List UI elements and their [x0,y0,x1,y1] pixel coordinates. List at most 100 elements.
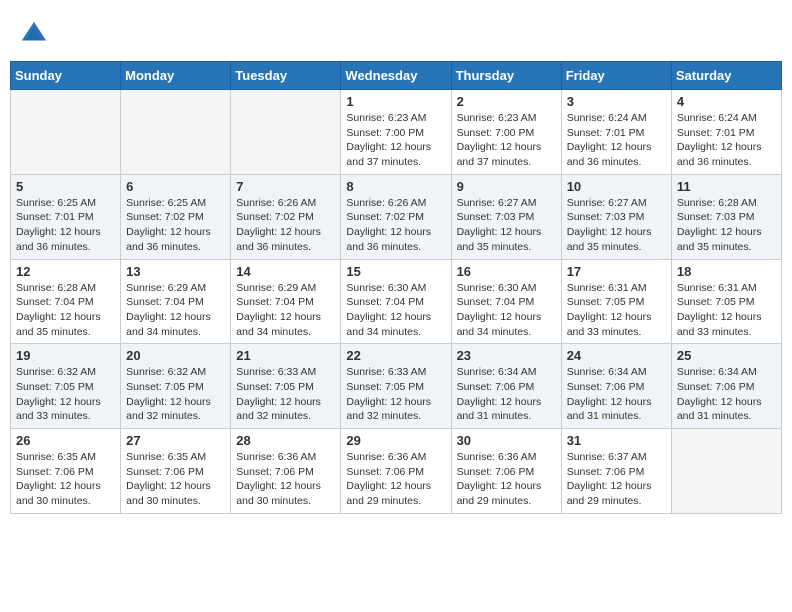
calendar-cell: 16 Sunrise: 6:30 AMSunset: 7:04 PMDayligh… [451,259,561,344]
day-info: Sunrise: 6:26 AMSunset: 7:02 PMDaylight:… [346,196,445,255]
day-info: Sunrise: 6:36 AMSunset: 7:06 PMDaylight:… [236,450,335,509]
day-info: Sunrise: 6:29 AMSunset: 7:04 PMDaylight:… [126,281,225,340]
day-number: 5 [16,179,115,194]
day-number: 21 [236,348,335,363]
day-info: Sunrise: 6:30 AMSunset: 7:04 PMDaylight:… [457,281,556,340]
day-number: 9 [457,179,556,194]
calendar-cell: 23 Sunrise: 6:34 AMSunset: 7:06 PMDayligh… [451,344,561,429]
calendar-cell [121,90,231,175]
calendar-cell [231,90,341,175]
day-number: 24 [567,348,666,363]
day-info: Sunrise: 6:28 AMSunset: 7:03 PMDaylight:… [677,196,776,255]
day-number: 17 [567,264,666,279]
weekday-header-wednesday: Wednesday [341,62,451,90]
day-info: Sunrise: 6:34 AMSunset: 7:06 PMDaylight:… [457,365,556,424]
logo [20,20,52,48]
calendar-cell: 19 Sunrise: 6:32 AMSunset: 7:05 PMDayligh… [11,344,121,429]
day-number: 27 [126,433,225,448]
calendar-cell: 26 Sunrise: 6:35 AMSunset: 7:06 PMDayligh… [11,429,121,514]
day-number: 19 [16,348,115,363]
day-number: 7 [236,179,335,194]
day-number: 18 [677,264,776,279]
calendar-cell: 18 Sunrise: 6:31 AMSunset: 7:05 PMDayligh… [671,259,781,344]
calendar-cell: 12 Sunrise: 6:28 AMSunset: 7:04 PMDayligh… [11,259,121,344]
day-number: 8 [346,179,445,194]
day-info: Sunrise: 6:35 AMSunset: 7:06 PMDaylight:… [126,450,225,509]
page: SundayMondayTuesdayWednesdayThursdayFrid… [0,0,792,524]
calendar-cell: 3Sunrise: 6:24 AMSunset: 7:01 PMDaylight… [561,90,671,175]
day-info: Sunrise: 6:28 AMSunset: 7:04 PMDaylight:… [16,281,115,340]
day-info: Sunrise: 6:33 AMSunset: 7:05 PMDaylight:… [236,365,335,424]
day-number: 6 [126,179,225,194]
weekday-header-tuesday: Tuesday [231,62,341,90]
day-info: Sunrise: 6:27 AMSunset: 7:03 PMDaylight:… [457,196,556,255]
calendar-cell: 31 Sunrise: 6:37 AMSunset: 7:06 PMDayligh… [561,429,671,514]
header [10,10,782,53]
day-number: 25 [677,348,776,363]
day-info: Sunrise: 6:23 AMSunset: 7:00 PMDaylight:… [346,111,445,170]
calendar-cell: 21 Sunrise: 6:33 AMSunset: 7:05 PMDayligh… [231,344,341,429]
calendar-cell: 24 Sunrise: 6:34 AMSunset: 7:06 PMDayligh… [561,344,671,429]
day-info: Sunrise: 6:32 AMSunset: 7:05 PMDaylight:… [126,365,225,424]
day-number: 15 [346,264,445,279]
day-info: Sunrise: 6:25 AMSunset: 7:02 PMDaylight:… [126,196,225,255]
logo-icon [20,20,48,48]
day-number: 13 [126,264,225,279]
calendar-cell: 13 Sunrise: 6:29 AMSunset: 7:04 PMDayligh… [121,259,231,344]
day-number: 22 [346,348,445,363]
day-info: Sunrise: 6:26 AMSunset: 7:02 PMDaylight:… [236,196,335,255]
calendar-cell: 10Sunrise: 6:27 AMSunset: 7:03 PMDayligh… [561,174,671,259]
day-info: Sunrise: 6:31 AMSunset: 7:05 PMDaylight:… [677,281,776,340]
weekday-header-monday: Monday [121,62,231,90]
day-info: Sunrise: 6:24 AMSunset: 7:01 PMDaylight:… [567,111,666,170]
day-number: 1 [346,94,445,109]
day-number: 2 [457,94,556,109]
day-number: 28 [236,433,335,448]
week-row-2: 5 Sunrise: 6:25 AMSunset: 7:01 PMDaylight… [11,174,782,259]
day-number: 4 [677,94,776,109]
weekday-header-sunday: Sunday [11,62,121,90]
day-info: Sunrise: 6:23 AMSunset: 7:00 PMDaylight:… [457,111,556,170]
day-number: 14 [236,264,335,279]
day-info: Sunrise: 6:27 AMSunset: 7:03 PMDaylight:… [567,196,666,255]
day-number: 11 [677,179,776,194]
day-number: 31 [567,433,666,448]
day-number: 16 [457,264,556,279]
calendar-cell [11,90,121,175]
day-info: Sunrise: 6:36 AMSunset: 7:06 PMDaylight:… [346,450,445,509]
calendar: SundayMondayTuesdayWednesdayThursdayFrid… [10,61,782,514]
calendar-cell: 28 Sunrise: 6:36 AMSunset: 7:06 PMDayligh… [231,429,341,514]
day-info: Sunrise: 6:24 AMSunset: 7:01 PMDaylight:… [677,111,776,170]
calendar-cell: 27 Sunrise: 6:35 AMSunset: 7:06 PMDayligh… [121,429,231,514]
calendar-cell: 14Sunrise: 6:29 AMSunset: 7:04 PMDayligh… [231,259,341,344]
calendar-cell: 22 Sunrise: 6:33 AMSunset: 7:05 PMDayligh… [341,344,451,429]
day-info: Sunrise: 6:36 AMSunset: 7:06 PMDaylight:… [457,450,556,509]
day-info: Sunrise: 6:32 AMSunset: 7:05 PMDaylight:… [16,365,115,424]
calendar-cell: 6 Sunrise: 6:25 AMSunset: 7:02 PMDaylight… [121,174,231,259]
day-info: Sunrise: 6:34 AMSunset: 7:06 PMDaylight:… [567,365,666,424]
calendar-cell: 11 Sunrise: 6:28 AMSunset: 7:03 PMDayligh… [671,174,781,259]
weekday-header-row: SundayMondayTuesdayWednesdayThursdayFrid… [11,62,782,90]
calendar-cell: 8 Sunrise: 6:26 AMSunset: 7:02 PMDaylight… [341,174,451,259]
day-info: Sunrise: 6:33 AMSunset: 7:05 PMDaylight:… [346,365,445,424]
calendar-cell: 1 Sunrise: 6:23 AMSunset: 7:00 PMDaylight… [341,90,451,175]
calendar-cell: 15Sunrise: 6:30 AMSunset: 7:04 PMDayligh… [341,259,451,344]
calendar-cell: 30Sunrise: 6:36 AMSunset: 7:06 PMDayligh… [451,429,561,514]
calendar-cell [671,429,781,514]
day-number: 29 [346,433,445,448]
calendar-cell: 17Sunrise: 6:31 AMSunset: 7:05 PMDayligh… [561,259,671,344]
calendar-cell: 29 Sunrise: 6:36 AMSunset: 7:06 PMDayligh… [341,429,451,514]
day-number: 26 [16,433,115,448]
day-number: 12 [16,264,115,279]
day-info: Sunrise: 6:25 AMSunset: 7:01 PMDaylight:… [16,196,115,255]
week-row-5: 26 Sunrise: 6:35 AMSunset: 7:06 PMDayligh… [11,429,782,514]
week-row-4: 19 Sunrise: 6:32 AMSunset: 7:05 PMDayligh… [11,344,782,429]
week-row-3: 12 Sunrise: 6:28 AMSunset: 7:04 PMDayligh… [11,259,782,344]
day-info: Sunrise: 6:37 AMSunset: 7:06 PMDaylight:… [567,450,666,509]
day-info: Sunrise: 6:35 AMSunset: 7:06 PMDaylight:… [16,450,115,509]
week-row-1: 1 Sunrise: 6:23 AMSunset: 7:00 PMDaylight… [11,90,782,175]
calendar-cell: 25Sunrise: 6:34 AMSunset: 7:06 PMDayligh… [671,344,781,429]
weekday-header-thursday: Thursday [451,62,561,90]
day-number: 23 [457,348,556,363]
calendar-cell: 5 Sunrise: 6:25 AMSunset: 7:01 PMDaylight… [11,174,121,259]
